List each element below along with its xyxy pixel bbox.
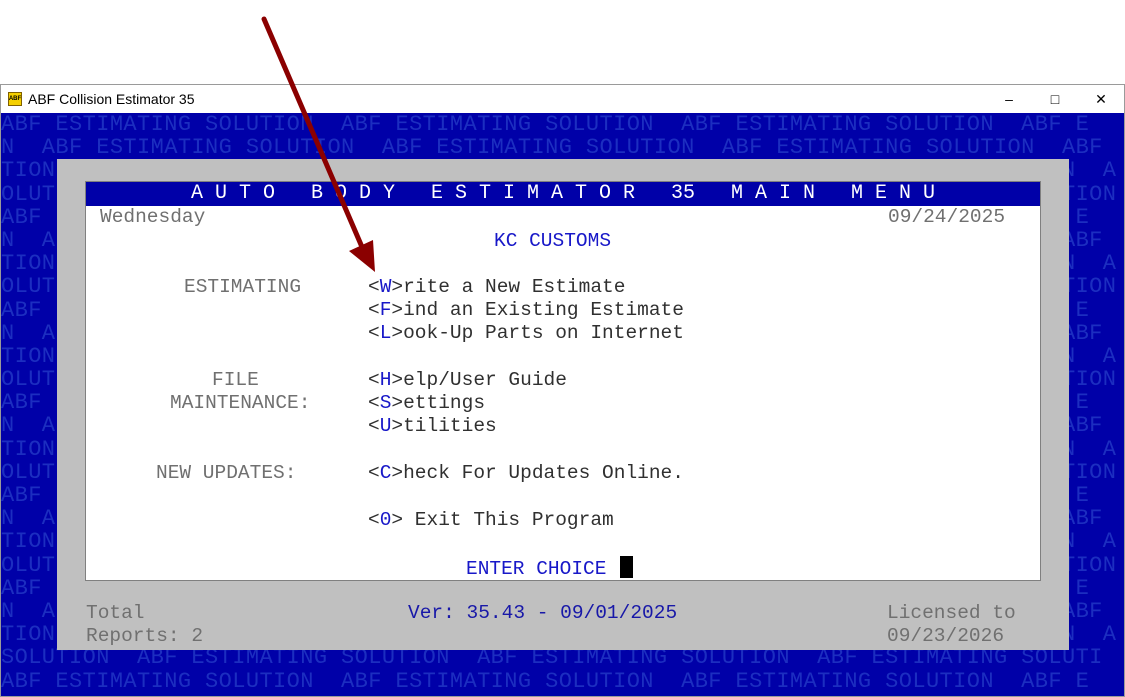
menu-item-label: heck For Updates Online. <box>403 462 684 484</box>
close-button[interactable]: ✕ <box>1078 85 1124 113</box>
background-text-row: ABF ESTIMATING SOLUTION ABF ESTIMATING S… <box>1 113 1090 137</box>
menu-item-settings[interactable]: <S>ettings <box>368 392 485 414</box>
menu-item-label: tilities <box>403 415 497 437</box>
window-title: ABF Collision Estimator 35 <box>28 91 195 107</box>
licensed-label: Licensed to <box>887 602 1016 624</box>
prompt-label: ENTER CHOICE <box>466 558 607 580</box>
background-text-row: ABF ESTIMATING SOLUTION ABF ESTIMATING S… <box>1 669 1090 693</box>
menu-item-lookup-parts[interactable]: <L>ook-Up Parts on Internet <box>368 322 684 344</box>
main-menu: A U T O B O D Y E S T I M A T O R 35 M A… <box>85 181 1041 581</box>
menu-item-label: Exit This Program <box>403 509 614 531</box>
menu-item-label: ind an Existing Estimate <box>403 299 684 321</box>
menu-item-label: elp/User Guide <box>403 369 567 391</box>
total-label: Total <box>86 602 145 624</box>
menu-item-label: ook-Up Parts on Internet <box>403 322 684 344</box>
background-text-row: N ABF ESTIMATING SOLUTION ABF ESTIMATING… <box>1 136 1103 160</box>
date-label: 09/24/2025 <box>888 206 1006 228</box>
section-maintenance: MAINTENANCE: <box>170 392 311 414</box>
hotkey-h: H <box>379 369 392 391</box>
hotkey-s: S <box>379 392 392 414</box>
section-updates: NEW UPDATES: <box>156 462 297 484</box>
section-file: FILE <box>212 369 259 391</box>
choice-prompt[interactable]: ENTER CHOICE <box>466 556 634 580</box>
version-label: Ver: 35.43 - 09/01/2025 <box>408 602 678 624</box>
section-estimating: ESTIMATING <box>184 276 302 298</box>
hotkey-f: F <box>379 299 392 321</box>
hotkey-0: 0 <box>379 509 392 531</box>
menu-item-utilities[interactable]: <U>tilities <box>368 415 497 437</box>
menu-header: A U T O B O D Y E S T I M A T O R 35 M A… <box>86 182 1040 206</box>
title-bar[interactable]: ABF ABF Collision Estimator 35 – □ ✕ <box>1 85 1124 113</box>
menu-item-help[interactable]: <H>elp/User Guide <box>368 369 567 391</box>
text-cursor <box>620 556 634 578</box>
license-date: 09/23/2026 <box>887 625 1005 647</box>
day-label: Wednesday <box>100 206 206 228</box>
hotkey-u: U <box>379 415 392 437</box>
menu-item-exit[interactable]: <0> Exit This Program <box>368 509 614 531</box>
menu-item-check-updates[interactable]: <C>heck For Updates Online. <box>368 462 684 484</box>
app-icon: ABF <box>8 92 22 106</box>
menu-item-label: rite a New Estimate <box>403 276 626 298</box>
hotkey-l: L <box>379 322 392 344</box>
main-panel: A U T O B O D Y E S T I M A T O R 35 M A… <box>57 159 1069 650</box>
hotkey-w: W <box>379 276 392 298</box>
company-name: KC CUSTOMS <box>494 230 612 252</box>
menu-item-label: ettings <box>403 392 486 414</box>
minimize-button[interactable]: – <box>986 85 1032 113</box>
app-window: ABF ABF Collision Estimator 35 – □ ✕ ABF… <box>0 84 1125 697</box>
menu-item-find-estimate[interactable]: <F>ind an Existing Estimate <box>368 299 684 321</box>
reports-count: Reports: 2 <box>86 625 204 647</box>
maximize-button[interactable]: □ <box>1032 85 1078 113</box>
hotkey-c: C <box>379 462 392 484</box>
menu-item-write-estimate[interactable]: <W>rite a New Estimate <box>368 276 625 298</box>
